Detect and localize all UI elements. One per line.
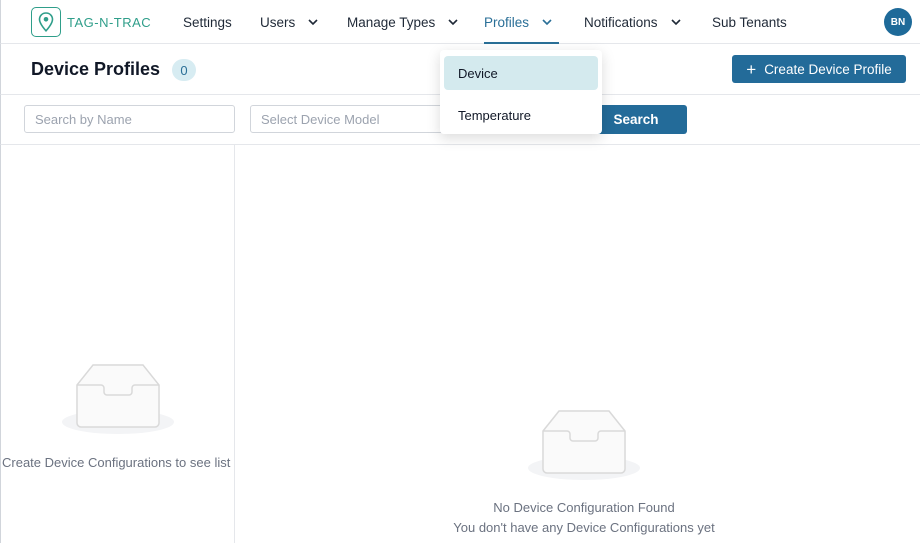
chevron-down-icon xyxy=(448,19,458,26)
top-navigation: TAG-N-TRAC Settings Users Manage Types P… xyxy=(0,0,920,44)
empty-state-subtitle: You don't have any Device Configurations… xyxy=(453,520,715,535)
nav-sub-tenants[interactable]: Sub Tenants xyxy=(712,0,787,44)
nav-manage-types[interactable]: Manage Types xyxy=(347,0,459,44)
profiles-dropdown-menu: Device Temperature xyxy=(440,50,602,134)
profile-count-badge: 0 xyxy=(172,59,196,81)
menu-item-temperature[interactable]: Temperature xyxy=(444,98,598,132)
empty-inbox-icon xyxy=(528,410,640,480)
empty-state-title: No Device Configuration Found xyxy=(493,500,675,515)
menu-item-device[interactable]: Device xyxy=(444,56,598,90)
plus-icon: + xyxy=(746,59,757,79)
nav-manage-types-label: Manage Types xyxy=(347,14,436,30)
nav-notifications-label: Notifications xyxy=(584,14,658,30)
create-device-profile-label: Create Device Profile xyxy=(764,61,892,77)
configuration-list-panel: Create Device Configurations to see list xyxy=(0,145,235,543)
brand-logo[interactable]: TAG-N-TRAC xyxy=(31,7,151,37)
nav-profiles-label: Profiles xyxy=(484,14,530,30)
left-empty-message: Create Device Configurations to see list xyxy=(2,455,231,470)
device-model-select[interactable]: Select Device Model xyxy=(250,105,450,133)
chevron-down-icon xyxy=(542,19,552,26)
search-by-name-input[interactable]: Search by Name xyxy=(24,105,235,133)
page-title: Device Profiles xyxy=(31,59,161,79)
nav-sub-tenants-label: Sub Tenants xyxy=(712,14,787,30)
create-device-profile-button[interactable]: + Create Device Profile xyxy=(732,55,906,83)
nav-profiles[interactable]: Profiles xyxy=(484,0,559,44)
user-avatar[interactable]: BN xyxy=(884,8,912,36)
location-pin-icon xyxy=(31,7,61,37)
nav-settings-label: Settings xyxy=(183,14,232,30)
nav-users[interactable]: Users xyxy=(260,0,319,44)
empty-inbox-icon xyxy=(62,364,174,434)
chevron-down-icon xyxy=(308,19,318,26)
brand-name: TAG-N-TRAC xyxy=(67,14,152,30)
nav-users-label: Users xyxy=(260,14,296,30)
configuration-detail-panel: No Device Configuration Found You don't … xyxy=(235,145,920,543)
nav-settings[interactable]: Settings xyxy=(183,0,232,44)
nav-notifications[interactable]: Notifications xyxy=(584,0,682,44)
chevron-down-icon xyxy=(670,19,681,26)
